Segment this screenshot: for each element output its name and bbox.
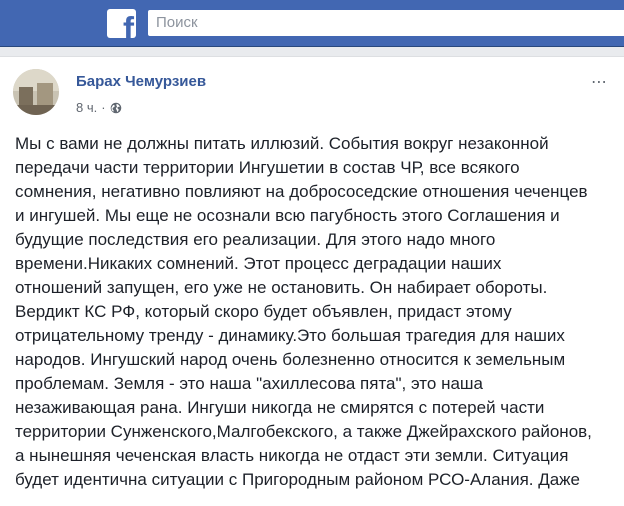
post-text-line: будет идентична ситуации с Пригородным р…	[15, 470, 581, 489]
globe-icon[interactable]	[110, 102, 122, 114]
facebook-logo-icon[interactable]: f	[107, 9, 136, 38]
post-text-line: проблемам. Земля - это наша "ахиллесова …	[15, 374, 484, 393]
post-text-line: передачи части территории Ингушетии в со…	[15, 158, 520, 177]
post-text-line: и ингушей. Мы еще не осознали всю пагубн…	[15, 206, 560, 225]
post-text-line: сомнения, негативно повлияют на добросос…	[15, 182, 588, 201]
post-text-line: отношений запущен, его уже не остановить…	[15, 278, 548, 297]
post-options-icon[interactable]: ⋯	[591, 74, 608, 90]
post-timestamp[interactable]: 8 ч.	[76, 100, 97, 115]
post-meta: 8 ч. ·	[76, 100, 122, 115]
post-text-line: народов. Ингушский народ очень болезненн…	[15, 350, 566, 369]
post-text-line: незаживающая рана. Ингуши никогда не сми…	[15, 398, 545, 417]
search-placeholder: Поиск	[156, 14, 198, 31]
meta-separator: ·	[101, 100, 106, 115]
post-text-line: будущие последствия его реализации. Для …	[15, 230, 496, 249]
search-input[interactable]: Поиск	[148, 10, 624, 36]
post-text: Мы с вами не должны питать иллюзий. Собы…	[15, 132, 615, 492]
facebook-logo-letter: f	[123, 10, 134, 38]
post-card: Барах Чемурзиев 8 ч. · ⋯ Мы с вами не дол…	[0, 56, 624, 506]
author-avatar[interactable]	[13, 69, 59, 115]
post-text-line: территории Сунженского,Малгобекского, а …	[15, 422, 592, 441]
post-text-line: отрицательному тренду - динамику.Это бол…	[15, 326, 565, 345]
post-text-line: времени.Никаких сомнений. Этот процесс д…	[15, 254, 502, 273]
post-text-line: Вердикт КС РФ, который скоро будет объяв…	[15, 302, 512, 321]
post-text-line: Мы с вами не должны питать иллюзий. Собы…	[15, 134, 549, 153]
top-navigation-bar: f Поиск	[0, 0, 624, 47]
post-text-line: а нынешняя чеченская власть никогда не о…	[15, 446, 569, 465]
post-author-link[interactable]: Барах Чемурзиев	[76, 73, 206, 90]
